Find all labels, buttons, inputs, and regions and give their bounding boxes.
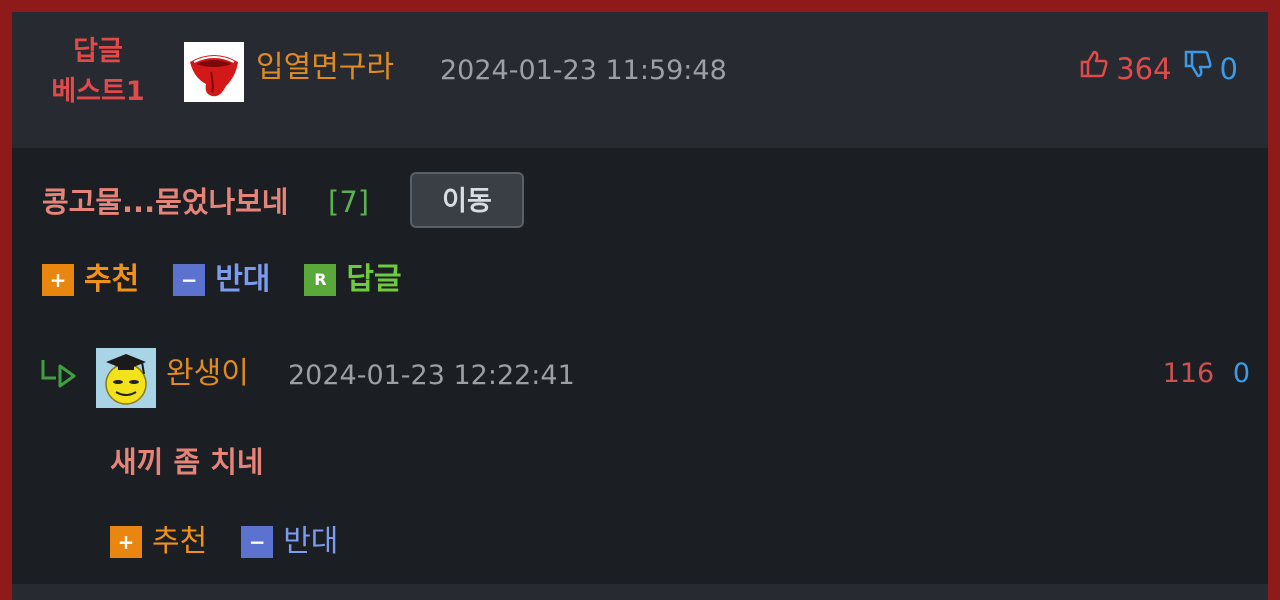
best-comment-header: 답글 베스트1 입열면구라 2024-01-23 11:59:48 364 0 xyxy=(12,12,1268,148)
reply-text: 새끼 좀 치네 xyxy=(110,445,264,479)
reply-r-icon: R xyxy=(304,264,337,296)
comment-frame: 답글 베스트1 입열면구라 2024-01-23 11:59:48 364 0 … xyxy=(12,12,1268,600)
reply-oppose-button[interactable]: − 반대 xyxy=(241,522,338,562)
minus-icon: − xyxy=(241,526,274,558)
reply-arrow-icon xyxy=(40,358,80,390)
oppose-button[interactable]: − 반대 xyxy=(173,260,270,300)
vote-summary: 364 0 xyxy=(1078,48,1238,90)
best-reply-badge: 답글 베스트1 xyxy=(32,32,164,112)
recommend-label: 추천 xyxy=(84,262,140,297)
reply-actions: + 추천 − 반대 xyxy=(110,522,372,562)
reply-recommend-button[interactable]: + 추천 xyxy=(110,522,207,562)
reply-timestamp: 2024-01-23 12:22:41 xyxy=(288,360,575,391)
move-button[interactable]: 이동 xyxy=(410,172,524,228)
reply-upvote-count: 116 xyxy=(1162,358,1215,389)
reply-label: 답글 xyxy=(346,262,402,297)
reply-recommend-label: 추천 xyxy=(152,524,208,559)
downvote-count: 0 xyxy=(1219,52,1238,86)
best-badge-line1: 답글 xyxy=(73,36,123,67)
comment-actions: + 추천 − 반대 R 답글 xyxy=(42,260,436,300)
comment-text: 콩고물...묻었나보네 xyxy=(42,185,289,219)
author-name[interactable]: 입열면구라 xyxy=(256,48,394,88)
reply-downvote-count: 0 xyxy=(1232,358,1250,389)
thumbs-down-icon[interactable] xyxy=(1182,48,1214,90)
graduate-smiley-icon[interactable] xyxy=(96,348,156,408)
reply-author-name[interactable]: 완생이 xyxy=(166,354,249,394)
oppose-label: 반대 xyxy=(215,262,271,297)
reply-vote-summary: 116 0 xyxy=(1163,354,1250,394)
plus-icon: + xyxy=(42,264,74,296)
comment-timestamp: 2024-01-23 11:59:48 xyxy=(440,55,727,86)
tongue-logo-icon[interactable] xyxy=(184,42,244,102)
best-badge-line2: 베스트1 xyxy=(51,76,145,107)
upvote-count: 364 xyxy=(1116,52,1172,86)
thumbs-up-icon[interactable] xyxy=(1078,48,1110,90)
next-comment-strip xyxy=(12,584,1268,600)
reply-count[interactable]: [7] xyxy=(328,182,369,222)
reply-oppose-label: 반대 xyxy=(283,524,339,559)
reply-button[interactable]: R 답글 xyxy=(304,260,402,300)
plus-icon: + xyxy=(110,526,142,558)
minus-icon: − xyxy=(173,264,206,296)
recommend-button[interactable]: + 추천 xyxy=(42,260,139,300)
